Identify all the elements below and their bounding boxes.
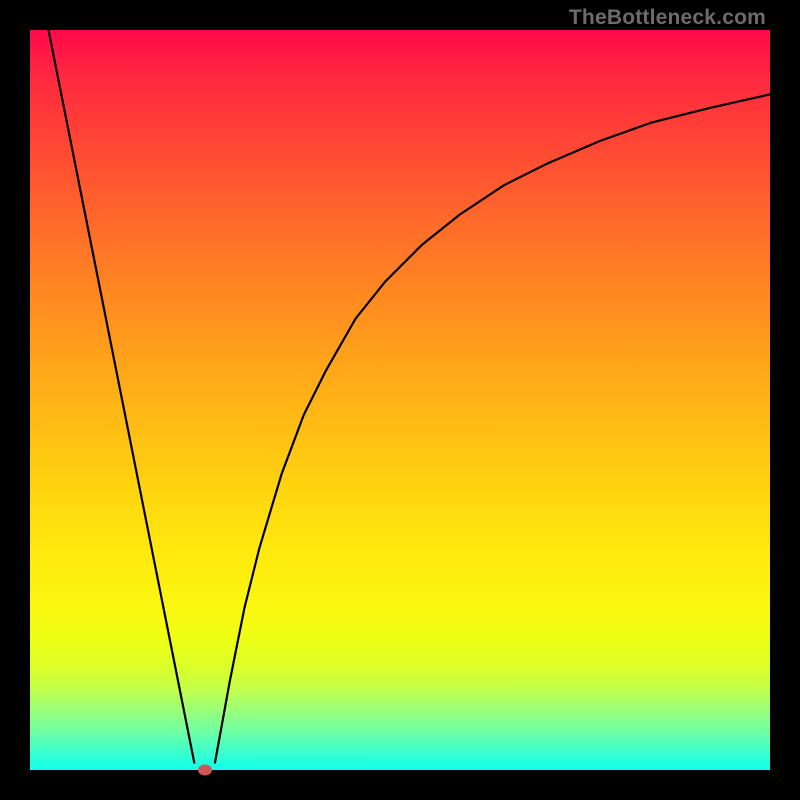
chart-frame: TheBottleneck.com <box>0 0 800 800</box>
watermark-text: TheBottleneck.com <box>569 6 766 30</box>
right-ascending-curve <box>215 94 770 762</box>
left-descending-line <box>49 30 195 763</box>
plot-area <box>30 30 770 770</box>
curve-layer <box>30 30 770 770</box>
minimum-marker <box>198 765 212 776</box>
